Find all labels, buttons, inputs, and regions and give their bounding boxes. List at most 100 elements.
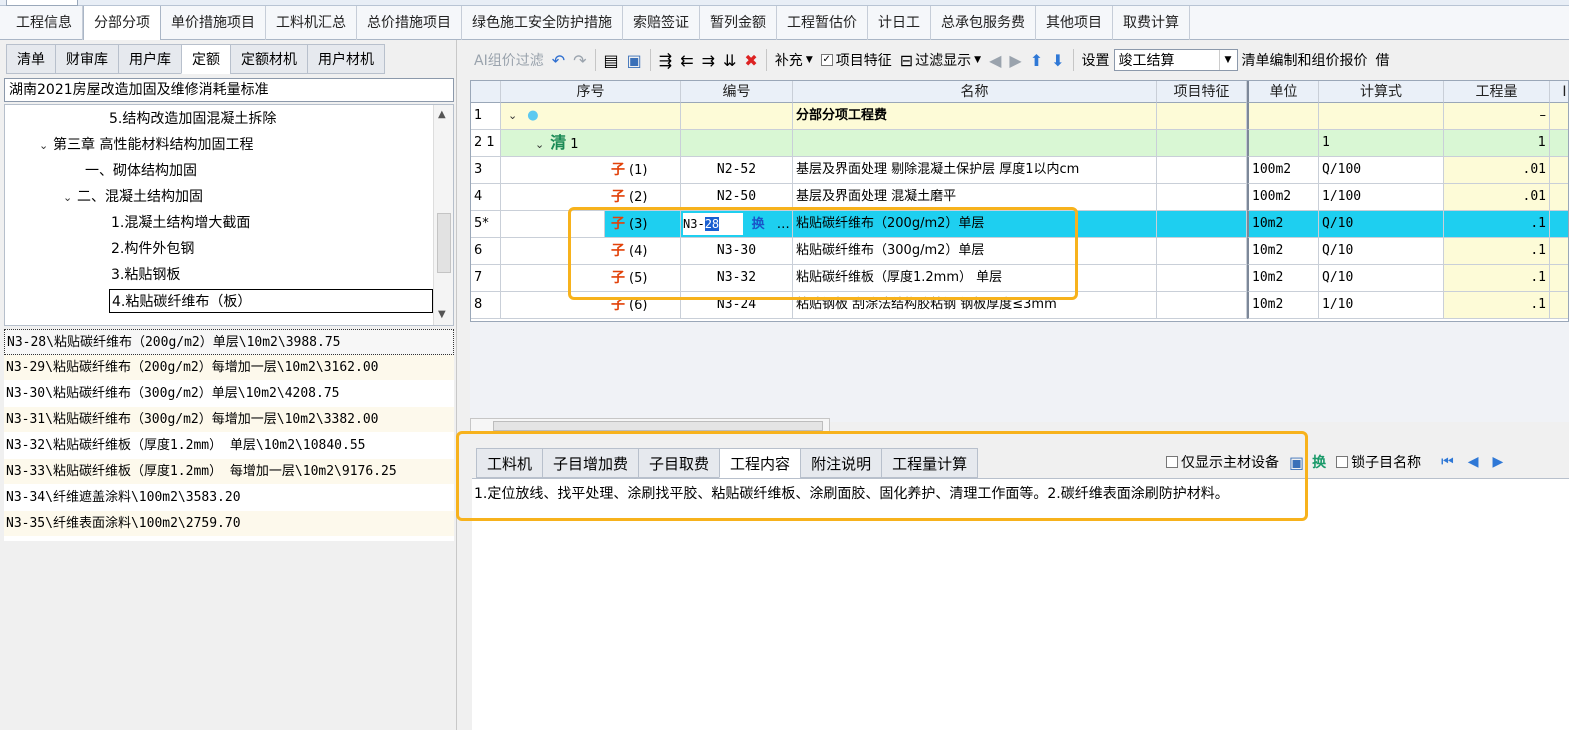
quota-item[interactable]: N3-32\粘贴碳纤维板（厚度1.2mm） 单层\10m2\10840.55 — [4, 433, 454, 459]
tab-quantity-calc[interactable]: 工程量计算 — [881, 448, 979, 478]
col-header-more[interactable]: I — [1550, 81, 1568, 103]
library-select[interactable]: 湖南2021房屋改造加固及维修消耗量标准 — [4, 78, 454, 102]
cell-unit[interactable]: 10m2 — [1247, 292, 1319, 319]
cell-more[interactable] — [1550, 211, 1568, 238]
ai-filter-button[interactable]: AI组价过滤 — [470, 46, 548, 74]
cell-qty[interactable]: .1 — [1444, 265, 1550, 292]
lock-name-checkbox[interactable] — [1336, 456, 1349, 468]
cell-code[interactable]: N2-50 — [681, 184, 793, 211]
tab-green-safety[interactable]: 绿色施工安全防护措施 — [462, 6, 623, 40]
tree-node-concrete[interactable]: ⌄ 二、混凝土结构加固 — [63, 185, 203, 209]
tab-contractor-service[interactable]: 总承包服务费 — [931, 6, 1036, 40]
delete-icon[interactable]: ✖ — [740, 46, 761, 74]
col-header-name[interactable]: 名称 — [793, 81, 1157, 103]
cell-seq[interactable]: 子 (6) — [501, 292, 681, 319]
tab-bill[interactable]: 清单 — [6, 44, 55, 74]
table-row[interactable]: 8 子 (6) N3-24 粘贴钢板 刮涂法结构胶粘钢 钢板厚度≤3mm 10m2… — [471, 292, 1568, 319]
cell-code[interactable] — [681, 130, 793, 157]
tab-labor-material-summary[interactable]: 工料机汇总 — [266, 6, 357, 40]
cell-seq[interactable]: 子 (2) — [501, 184, 681, 211]
tab-sub-items[interactable]: 分部分项 — [83, 6, 161, 41]
tab-claims[interactable]: 索赔签证 — [623, 6, 700, 40]
cell-seq[interactable]: 子 (3) — [605, 211, 681, 238]
tab-provisional-sum[interactable]: 暂列金额 — [700, 6, 777, 40]
work-content-text[interactable]: 1.定位放线、找平处理、涂刷找平胶、粘贴碳纤维板、涂刷面胶、固化养护、清理工作面… — [474, 483, 1229, 503]
cell-unit[interactable]: 10m2 — [1247, 265, 1319, 292]
code-input[interactable]: N3-28 — [683, 213, 743, 235]
settings-button[interactable]: 设置 — [1078, 46, 1114, 74]
col-header-formula[interactable]: 计算式 — [1319, 81, 1444, 103]
tab-user-material[interactable]: 用户材机 — [307, 44, 385, 74]
col-header-qty[interactable]: 工程量 — [1444, 81, 1550, 103]
table-row[interactable]: 2 1 ⌄ 清 1 1 1 — [471, 130, 1568, 157]
cell-seq[interactable]: 子 (5) — [501, 265, 681, 292]
monitor-icon[interactable]: ▣ — [1289, 453, 1304, 472]
cell-feature[interactable] — [1157, 211, 1247, 238]
cell-feature[interactable] — [1157, 292, 1247, 319]
undo-icon[interactable]: ↶ — [548, 46, 569, 74]
table-row[interactable]: 3 子 (1) N2-52 基层及界面处理 剔除混凝土保护层 厚度1以内cm 10… — [471, 157, 1568, 184]
cell-unit[interactable] — [1247, 130, 1319, 157]
cell-name[interactable] — [793, 130, 1157, 157]
outdent-icon[interactable]: ⇇ — [676, 46, 697, 74]
tab-sub-surcharge[interactable]: 子目增加费 — [542, 448, 639, 478]
cell-unit[interactable] — [1247, 103, 1319, 130]
tab-user-lib[interactable]: 用户库 — [118, 44, 181, 74]
cell-feature[interactable] — [1157, 130, 1247, 157]
cell-more[interactable] — [1550, 103, 1568, 130]
cell-seq[interactable]: 子 (1) — [501, 157, 681, 184]
quota-item[interactable]: N3-30\粘贴碳纤维布（300g/m2）单层\10m2\4208.75 — [4, 381, 454, 407]
tree-node[interactable]: 3.粘贴钢板 — [111, 263, 180, 287]
arrow-up-icon[interactable]: ⬆ — [1026, 46, 1047, 74]
redo-icon[interactable]: ↷ — [569, 46, 590, 74]
cell-name[interactable]: 粘贴钢板 刮涂法结构胶粘钢 钢板厚度≤3mm — [793, 292, 1157, 319]
cell-qty[interactable]: .1 — [1444, 292, 1550, 319]
scroll-up-icon[interactable]: ▲ — [438, 109, 446, 120]
cell-formula[interactable]: Q/100 — [1319, 157, 1444, 184]
chevron-down-icon[interactable]: ⌄ — [535, 138, 544, 151]
tab-audit-lib[interactable]: 财审库 — [55, 44, 118, 74]
cell-more[interactable] — [1550, 292, 1568, 319]
cell-more[interactable] — [1550, 184, 1568, 211]
cell-formula[interactable]: 1/100 — [1319, 184, 1444, 211]
chevron-down-icon[interactable]: ⌄ — [63, 186, 77, 210]
cell-qty[interactable]: .01 — [1444, 184, 1550, 211]
quota-item[interactable]: N3-28\粘贴碳纤维布（200g/m2）单层\10m2\3988.75 — [4, 329, 454, 355]
cell-formula[interactable]: Q/10 — [1319, 211, 1444, 238]
overflow-button[interactable]: 借 — [1372, 46, 1394, 74]
supplement-dropdown[interactable]: 补充 ▼ — [771, 46, 817, 74]
quota-item[interactable]: N3-31\粘贴碳纤维布（300g/m2）每增加一层\10m2\3382.00 — [4, 407, 454, 433]
cell-seq[interactable]: ⌄ ● — [501, 103, 681, 130]
work-content-panel[interactable]: 1.定位放线、找平处理、涂刷找平胶、粘贴碳纤维板、涂刷面胶、固化养护、清理工作面… — [472, 478, 1569, 730]
cell-name[interactable]: 粘贴碳纤维布（300g/m2）单层 — [793, 238, 1157, 265]
col-header-unit[interactable]: 单位 — [1247, 81, 1319, 103]
table-row[interactable]: 6 子 (4) N3-30 粘贴碳纤维布（300g/m2）单层 10m2 Q/10… — [471, 238, 1568, 265]
cell-name[interactable]: 基层及界面处理 混凝土磨平 — [793, 184, 1157, 211]
scrollbar-thumb[interactable] — [437, 213, 451, 273]
tree-node[interactable]: 1.混凝土结构增大截面 — [111, 211, 250, 235]
monitor-icon[interactable]: ▣ — [623, 46, 646, 74]
swap-button[interactable]: 换 — [747, 212, 769, 237]
table-row[interactable]: 7 子 (5) N3-32 粘贴碳纤维板（厚度1.2mm） 单层 10m2 Q/1… — [471, 265, 1568, 292]
tab-quota[interactable]: 定额 — [181, 44, 230, 74]
tree-scrollbar[interactable]: ▲ ▼ — [433, 105, 453, 325]
cell-formula[interactable]: Q/10 — [1319, 238, 1444, 265]
cell-unit[interactable]: 100m2 — [1247, 157, 1319, 184]
cell-more[interactable] — [1550, 130, 1568, 157]
tree-node-selected[interactable]: 4.粘贴碳纤维布（板） — [109, 289, 433, 313]
append-row-icon[interactable]: ⇊ — [719, 46, 740, 74]
item-feature-toggle[interactable]: ✓ 项目特征 — [817, 46, 896, 74]
cell-unit[interactable]: 10m2 — [1247, 211, 1319, 238]
tree-node[interactable]: 一、砌体结构加固 — [85, 159, 197, 183]
cell-more[interactable] — [1550, 157, 1568, 184]
quota-item[interactable]: N3-35\纤维表面涂料\100m2\2759.70 — [4, 511, 454, 537]
cell-name[interactable]: 分部分项工程费 — [793, 103, 1157, 130]
arrow-left-icon[interactable]: ◀ — [985, 46, 1005, 74]
cell-qty[interactable]: .01 — [1444, 157, 1550, 184]
scroll-down-icon[interactable]: ▼ — [438, 309, 446, 320]
cell-qty[interactable]: .1 — [1444, 211, 1550, 238]
tab-notes[interactable]: 附注说明 — [800, 448, 882, 478]
tab-unit-measures[interactable]: 单价措施项目 — [161, 6, 266, 40]
quota-item[interactable]: N3-34\纤维遮盖涂料\100m2\3583.20 — [4, 485, 454, 511]
cell-feature[interactable] — [1157, 265, 1247, 292]
